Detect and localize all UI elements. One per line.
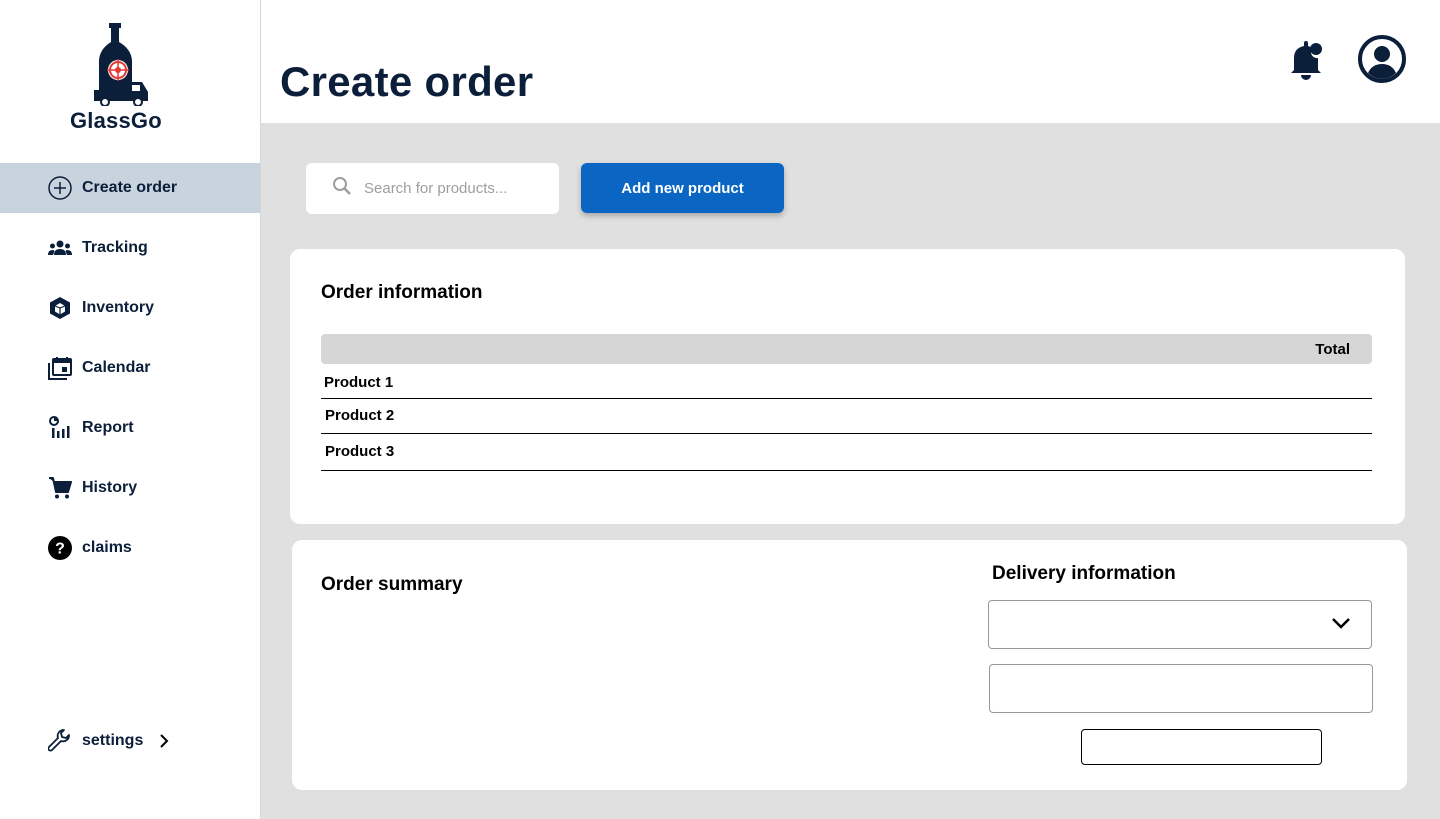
table-row[interactable]: Product 2 xyxy=(321,399,1372,434)
product-name: Product 3 xyxy=(325,443,395,460)
plus-circle-icon xyxy=(48,176,72,200)
search-input[interactable] xyxy=(364,180,544,197)
main-content: Add new product Order information Total … xyxy=(261,123,1440,819)
sidebar-item-label: History xyxy=(82,479,138,496)
people-icon xyxy=(48,236,72,260)
delivery-select[interactable] xyxy=(988,600,1372,649)
sidebar-item-label: Create order xyxy=(82,179,178,196)
report-icon xyxy=(48,416,72,440)
sidebar-item-label: Calendar xyxy=(82,359,151,376)
page-title: Create order xyxy=(280,58,534,105)
product-name: Product 2 xyxy=(325,407,395,424)
sidebar-item-settings[interactable]: settings xyxy=(0,716,260,766)
sidebar-item-label: Tracking xyxy=(82,239,148,256)
sidebar-item-create-order[interactable]: Create order xyxy=(0,163,260,213)
svg-text:?: ? xyxy=(55,541,65,558)
order-information-title: Order information xyxy=(321,282,483,303)
bottle-truck-logo-icon xyxy=(94,23,148,106)
sidebar: GlassGo Create order Tracking Inventory … xyxy=(0,0,261,819)
notification-bell-icon[interactable] xyxy=(1286,38,1326,82)
chevron-down-icon xyxy=(1331,616,1351,635)
sidebar-item-label: claims xyxy=(82,539,132,556)
order-summary-card: Order summary Delivery information xyxy=(292,540,1407,790)
delivery-information-title: Delivery information xyxy=(992,563,1176,584)
sidebar-item-label: Report xyxy=(82,419,134,436)
product-name: Product 1 xyxy=(324,374,394,391)
user-avatar-icon[interactable] xyxy=(1358,35,1406,83)
order-summary-title: Order summary xyxy=(321,574,463,595)
wrench-icon xyxy=(48,729,72,753)
brand-name: GlassGo xyxy=(70,108,162,133)
sidebar-item-label: Inventory xyxy=(82,299,155,316)
cube-icon xyxy=(48,296,72,320)
calendar-icon xyxy=(48,356,72,380)
chevron-right-icon xyxy=(159,734,173,748)
sidebar-item-calendar[interactable]: Calendar xyxy=(0,343,260,393)
sidebar-item-tracking[interactable]: Tracking xyxy=(0,223,260,273)
sidebar-item-history[interactable]: History xyxy=(0,463,260,513)
header: Create order xyxy=(261,0,1440,123)
delivery-text-field[interactable] xyxy=(989,664,1373,713)
column-header-total: Total xyxy=(1315,341,1350,358)
sidebar-item-claims[interactable]: ? claims xyxy=(0,523,260,573)
sidebar-item-inventory[interactable]: Inventory xyxy=(0,283,260,333)
brand-logo[interactable]: GlassGo xyxy=(64,20,174,136)
cart-icon xyxy=(48,476,72,500)
add-new-product-button[interactable]: Add new product xyxy=(581,163,784,213)
table-row[interactable]: Product 1 xyxy=(321,364,1372,399)
help-icon: ? xyxy=(48,536,72,560)
sidebar-item-report[interactable]: Report xyxy=(0,403,260,453)
order-information-card: Order information Total Product 1 Produc… xyxy=(290,249,1405,524)
search-box[interactable] xyxy=(306,163,559,214)
table-row[interactable]: Product 3 xyxy=(321,434,1372,471)
delivery-submit-button[interactable] xyxy=(1081,729,1322,765)
search-icon xyxy=(332,176,352,201)
sidebar-item-label: settings xyxy=(82,732,144,749)
table-header: Total xyxy=(321,334,1372,364)
